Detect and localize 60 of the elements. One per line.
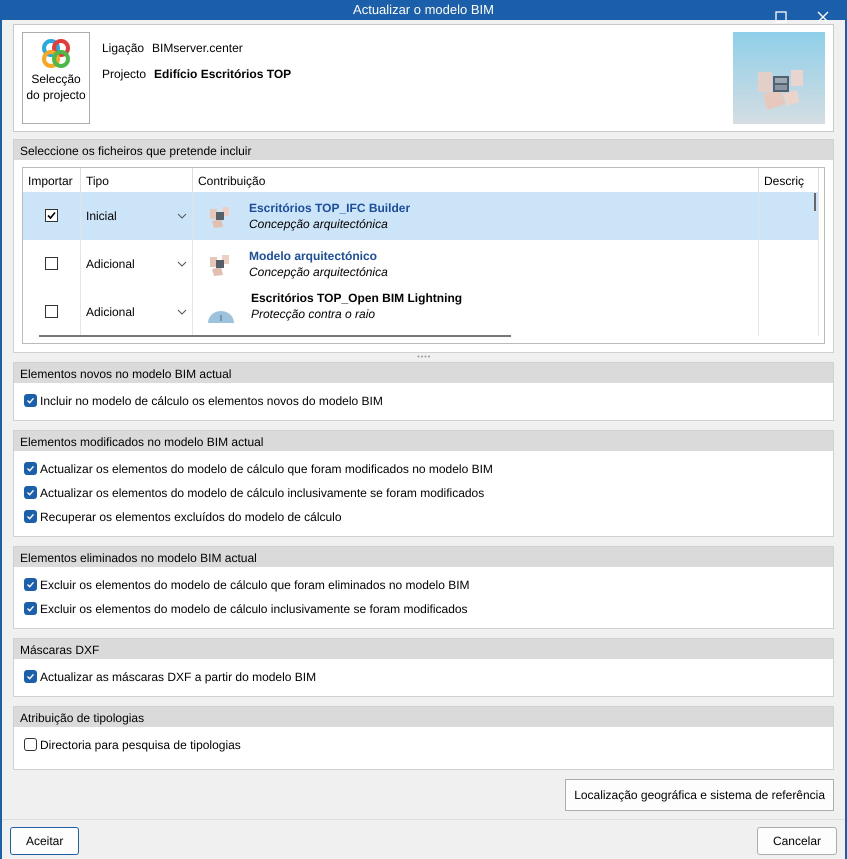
project-select-button[interactable]: Selecção do projecto bbox=[22, 32, 90, 124]
section-title: Elementos novos no modelo BIM actual bbox=[20, 366, 232, 380]
checkbox[interactable] bbox=[24, 578, 37, 591]
file-description: Protecção contra o raio bbox=[251, 306, 376, 322]
section-title: Elementos modificados no modelo BIM actual bbox=[20, 434, 264, 448]
window-title: Actualizar o modelo BIM bbox=[353, 1, 494, 19]
checkbox[interactable] bbox=[45, 257, 58, 270]
option-label: Directoria para pesquisa de tipologias bbox=[40, 736, 241, 754]
option-label: Actualizar os elementos do modelo de cálculo que foram modificados no modelo BIM bbox=[40, 460, 493, 478]
check-icon bbox=[26, 488, 35, 497]
check-icon bbox=[26, 604, 35, 613]
checkbox[interactable] bbox=[24, 510, 37, 523]
option-label: Excluir os elementos do modelo de cálculo que foram eliminados no modelo BIM bbox=[40, 576, 470, 594]
dome-icon bbox=[207, 309, 235, 324]
field-label: Ligação bbox=[102, 40, 144, 56]
checkbox[interactable] bbox=[24, 462, 37, 475]
option-label: Excluir os elementos do modelo de cálculo inclusivamente se foram modificados bbox=[40, 600, 468, 618]
check-icon bbox=[26, 396, 35, 405]
field-value: Edifício Escritórios TOP bbox=[154, 66, 292, 82]
type-dropdown[interactable]: Adicional bbox=[81, 240, 193, 288]
checkbox[interactable] bbox=[24, 670, 37, 683]
splitter-grip-icon[interactable] bbox=[416, 354, 430, 358]
file-name[interactable]: Modelo arquitectónico bbox=[249, 248, 388, 264]
checkbox[interactable] bbox=[24, 602, 37, 615]
type-dropdown[interactable]: Inicial bbox=[81, 192, 193, 240]
check-icon bbox=[26, 464, 35, 473]
check-icon bbox=[26, 672, 35, 681]
maximize-icon[interactable] bbox=[775, 11, 787, 23]
section-title: Seleccione os ficheiros que pretende incluir bbox=[20, 144, 252, 158]
option-label: Incluir no modelo de cálculo os elementos novos do modelo BIM bbox=[40, 392, 383, 410]
chevron-down-icon bbox=[177, 261, 187, 268]
accept-button[interactable]: Aceitar bbox=[10, 826, 80, 854]
chevron-down-icon bbox=[177, 309, 187, 316]
geo-reference-button[interactable]: Localização geográfica e sistema de referência bbox=[565, 778, 834, 810]
checkbox[interactable] bbox=[45, 305, 58, 318]
option-label: Actualizar os elementos do modelo de cálculo inclusivamente se foram modificados bbox=[40, 484, 484, 502]
checkbox[interactable] bbox=[24, 394, 37, 407]
scrollbar-thumb[interactable] bbox=[39, 334, 511, 336]
checkbox[interactable] bbox=[24, 486, 37, 499]
file-name[interactable]: Escritórios TOP_IFC Builder bbox=[249, 200, 410, 216]
option-label: Recuperar os elementos excluídos do modelo de cálculo bbox=[40, 508, 342, 526]
section-title: Máscaras DXF bbox=[20, 642, 100, 656]
checkbox[interactable] bbox=[45, 209, 58, 222]
file-name[interactable]: Escritórios TOP_Open BIM Lightning bbox=[251, 290, 462, 306]
field-label: Projecto bbox=[102, 66, 146, 82]
option-label: Actualizar as máscaras DXF a partir do modelo BIM bbox=[40, 668, 316, 686]
field-value: BIMserver.center bbox=[152, 40, 243, 56]
logo-icon bbox=[39, 36, 73, 70]
section-title: Atribuição de tipologias bbox=[20, 710, 144, 724]
chevron-down-icon bbox=[177, 213, 187, 220]
scrollbar-thumb[interactable] bbox=[814, 192, 816, 210]
check-icon bbox=[26, 512, 35, 521]
check-icon bbox=[26, 580, 35, 589]
close-icon[interactable] bbox=[817, 11, 829, 23]
file-description: Concepção arquitectónica bbox=[249, 264, 388, 280]
file-description: Concepção arquitectónica bbox=[249, 216, 389, 232]
cancel-button[interactable]: Cancelar bbox=[756, 826, 837, 854]
check-icon bbox=[47, 211, 56, 220]
section-title: Elementos eliminados no modelo BIM actual bbox=[20, 550, 257, 564]
checkbox[interactable] bbox=[24, 738, 37, 751]
